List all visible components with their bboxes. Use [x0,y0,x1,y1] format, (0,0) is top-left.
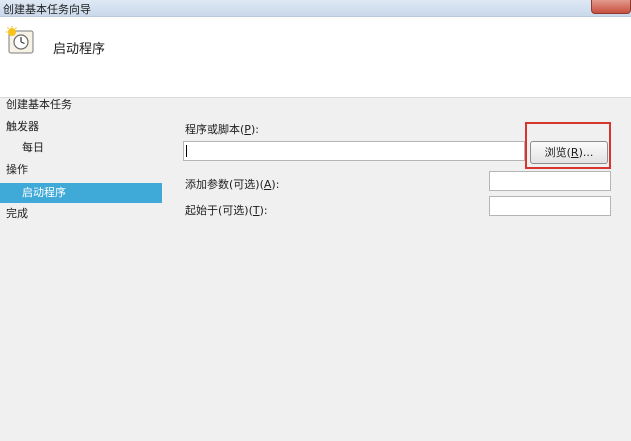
sidebar-item-finish[interactable]: 完成 [0,204,162,224]
arguments-label: 添加参数(可选)(A): [185,178,280,191]
program-text-field[interactable] [184,142,524,160]
sidebar-item-start-program[interactable]: 启动程序 [0,183,162,203]
sidebar-item-label: 操作 [6,163,28,176]
start-in-label: 起始于(可选)(T): [185,204,268,217]
close-window-button[interactable] [591,0,631,14]
wizard-header: 启动程序 [0,17,631,98]
text-caret [186,145,187,157]
sidebar-item-action[interactable]: 操作 [0,160,162,180]
program-label: 程序或脚本(P): [185,123,259,136]
browse-button[interactable]: 浏览(R)... [530,141,608,164]
sidebar-item-label: 完成 [6,207,28,220]
title-bar[interactable]: 创建基本任务向导 [0,0,631,17]
arguments-input[interactable] [489,171,611,191]
start-in-text-field[interactable] [490,197,610,215]
window-title: 创建基本任务向导 [3,3,91,16]
task-clock-icon [6,26,34,54]
sidebar-item-label: 触发器 [6,120,39,133]
wizard-step-list: 创建基本任务 触发器 每日 操作 启动程序 完成 [0,98,172,441]
arguments-text-field[interactable] [490,172,610,190]
sidebar-item-daily[interactable]: 每日 [0,138,162,158]
sidebar-item-label: 创建基本任务 [6,98,72,111]
sidebar-item-trigger[interactable]: 触发器 [0,117,162,137]
start-in-input[interactable] [489,196,611,216]
program-input[interactable] [183,141,525,161]
sidebar-item-label: 每日 [22,141,44,154]
sidebar-item-label: 启动程序 [22,186,66,199]
page-title: 启动程序 [53,42,106,57]
sidebar-item-create-basic-task[interactable]: 创建基本任务 [0,95,162,115]
action-form: 程序或脚本(P): 浏览(R)... 添加参数(可选)(A): 起始于(可选)(… [172,98,631,441]
